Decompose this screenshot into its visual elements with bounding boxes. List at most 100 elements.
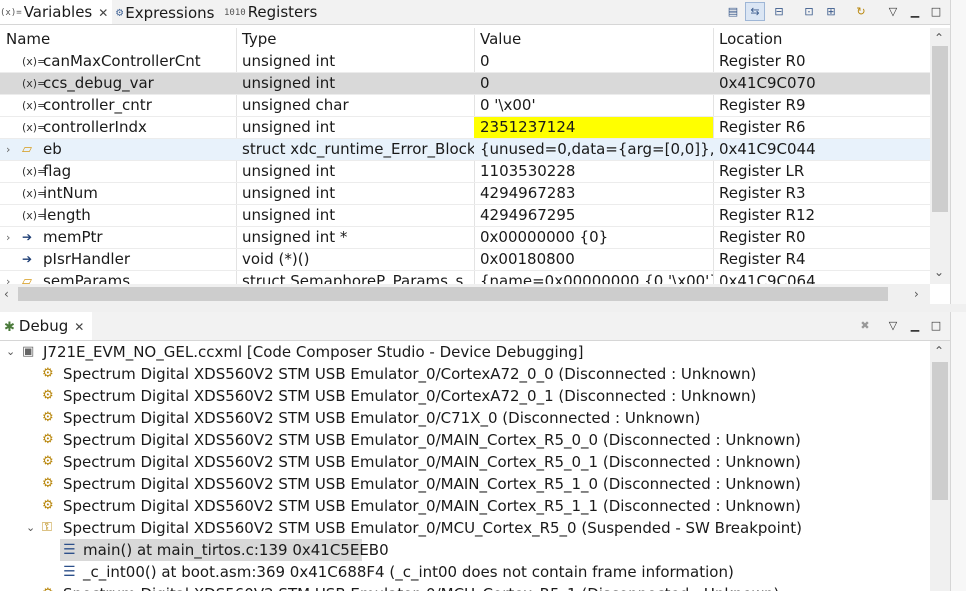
stack-frame[interactable]: ☰ _c_int00() at boot.asm:369 0x41C688F4 … <box>60 561 920 583</box>
target-label: Spectrum Digital XDS560V2 STM USB Emulat… <box>63 453 801 471</box>
target-label: Spectrum Digital XDS560V2 STM USB Emulat… <box>63 519 802 537</box>
target-label: Spectrum Digital XDS560V2 STM USB Emulat… <box>63 387 757 405</box>
view-menu-icon[interactable]: ▽ <box>884 317 902 334</box>
tab-debug[interactable]: ✱ Debug ✕ <box>0 312 92 340</box>
maximize-view-icon[interactable]: □ <box>927 317 945 334</box>
target-label: Spectrum Digital XDS560V2 STM USB Emulat… <box>63 365 757 383</box>
var-value[interactable]: 0x00180800 <box>474 249 713 270</box>
close-icon[interactable]: ✕ <box>74 320 84 334</box>
column-name[interactable]: Name <box>0 28 236 50</box>
suspended-target-icon: ⚿ <box>42 520 52 535</box>
target-node[interactable]: ⚙ Spectrum Digital XDS560V2 STM USB Emul… <box>0 363 930 385</box>
target-node[interactable]: ⚙ Spectrum Digital XDS560V2 STM USB Emul… <box>0 451 930 473</box>
table-row[interactable]: (x)= canMaxControllerCnt unsigned int 0 R… <box>0 51 930 73</box>
expand-chevron-icon[interactable]: › <box>6 139 10 160</box>
var-location: Register R4 <box>719 250 806 268</box>
var-value[interactable]: 0 '\x00' <box>474 95 713 116</box>
table-row[interactable]: (x)= flag unsigned int 1103530228 Registe… <box>0 161 930 183</box>
tab-variables[interactable]: (x)= Variables ✕ <box>0 0 112 24</box>
table-row[interactable]: (x)= length unsigned int 4294967295 Regis… <box>0 205 930 227</box>
view-menu-icon[interactable]: ▽ <box>884 3 902 20</box>
table-row[interactable]: › ▱ semParams struct SemaphoreP_Params_s {… <box>0 271 930 284</box>
debug-tree: ⌄ ▣ J721E_EVM_NO_GEL.ccxml [Code Compose… <box>0 341 930 591</box>
var-type: unsigned char <box>242 96 349 114</box>
variables-table-body: (x)= canMaxControllerCnt unsigned int 0 R… <box>0 51 930 284</box>
var-name: memPtr <box>43 228 103 246</box>
var-type: unsigned int <box>242 162 336 180</box>
table-row[interactable]: › ➔ memPtr unsigned int * 0x00000000 {0} R… <box>0 227 930 249</box>
var-type: unsigned int <box>242 52 336 70</box>
scroll-up-arrow-icon[interactable]: ⌃ <box>934 343 944 359</box>
scroll-right-arrow-icon[interactable]: › <box>914 286 919 302</box>
var-location: Register LR <box>719 162 805 180</box>
show-type-names-icon[interactable]: ▤ <box>724 3 742 20</box>
minimize-icon[interactable]: ⊟ <box>770 3 788 20</box>
target-label: Spectrum Digital XDS560V2 STM USB Emulat… <box>63 431 801 449</box>
var-name: pIsrHandler <box>43 250 130 268</box>
table-row[interactable]: ➔ pIsrHandler void (*)() 0x00180800 Regis… <box>0 249 930 271</box>
table-row[interactable]: (x)= controller_cntr unsigned char 0 '\x0… <box>0 95 930 117</box>
target-node-suspended[interactable]: ⌄ ⚿ Spectrum Digital XDS560V2 STM USB Em… <box>0 517 930 539</box>
var-location: 0x41C9C044 <box>719 140 816 158</box>
launch-node[interactable]: ⌄ ▣ J721E_EVM_NO_GEL.ccxml [Code Compose… <box>0 341 930 363</box>
var-value-changed[interactable]: 2351237124 <box>474 117 713 138</box>
target-node[interactable]: ⚙ Spectrum Digital XDS560V2 STM USB Emul… <box>0 385 930 407</box>
frame-label: main() at main_tirtos.c:139 0x41C5EEB0 <box>83 541 389 559</box>
launch-config-icon: ▣ <box>22 344 35 359</box>
var-value[interactable]: 0 <box>474 51 713 72</box>
var-location: Register R3 <box>719 184 806 202</box>
scroll-down-arrow-icon[interactable]: ⌄ <box>934 264 944 280</box>
expressions-icon: ⚙ <box>116 5 124 19</box>
var-name: flag <box>43 162 72 180</box>
var-type: unsigned int <box>242 74 336 92</box>
column-value[interactable]: Value <box>474 28 713 50</box>
var-value[interactable]: {name=0x00000000 {0 '\x00'}... <box>474 271 713 284</box>
tab-registers[interactable]: 1010 Registers <box>224 0 319 24</box>
view-splitter[interactable] <box>0 304 966 312</box>
close-icon[interactable]: ✕ <box>98 6 108 20</box>
table-row[interactable]: (x)= intNum unsigned int 4294967283 Regis… <box>0 183 930 205</box>
var-value[interactable]: 4294967295 <box>474 205 713 226</box>
target-node[interactable]: ⚙ Spectrum Digital XDS560V2 STM USB Emul… <box>0 473 930 495</box>
target-label: Spectrum Digital XDS560V2 STM USB Emulat… <box>63 409 701 427</box>
column-location[interactable]: Location <box>713 28 930 50</box>
expand-chevron-icon[interactable]: › <box>6 227 10 248</box>
vertical-scrollbar-thumb[interactable] <box>932 362 948 500</box>
scroll-left-arrow-icon[interactable]: ‹ <box>4 286 9 302</box>
new-expression-icon[interactable]: ⊡ <box>800 3 818 20</box>
maximize-view-icon[interactable]: □ <box>927 3 945 20</box>
var-value[interactable]: 0x00000000 {0} <box>474 227 713 248</box>
disconnected-target-icon: ⚙ <box>42 432 54 447</box>
target-label: Spectrum Digital XDS560V2 STM USB Emulat… <box>63 583 779 591</box>
tab-expressions-label: Expressions <box>125 4 215 22</box>
tab-expressions[interactable]: ⚙ Expressions <box>116 0 221 24</box>
collapse-chevron-icon[interactable]: ⌄ <box>26 517 35 539</box>
column-type[interactable]: Type <box>236 28 474 50</box>
table-row[interactable]: › ▱ eb struct xdc_runtime_Error_Block {unu… <box>0 139 930 161</box>
var-value[interactable]: 1103530228 <box>474 161 713 182</box>
collapse-chevron-icon[interactable]: ⌄ <box>6 341 15 363</box>
target-node[interactable]: ⚙ Spectrum Digital XDS560V2 STM USB Emul… <box>0 407 930 429</box>
target-node[interactable]: ⚙ Spectrum Digital XDS560V2 STM USB Emul… <box>0 583 930 591</box>
vertical-scrollbar-thumb[interactable] <box>932 46 948 212</box>
table-row[interactable]: (x)= controllerIndx unsigned int 23512371… <box>0 117 930 139</box>
var-value[interactable]: 4294967283 <box>474 183 713 204</box>
side-trim <box>950 312 966 591</box>
add-global-icon[interactable]: ⊞ <box>822 3 840 20</box>
target-node[interactable]: ⚙ Spectrum Digital XDS560V2 STM USB Emul… <box>0 495 930 517</box>
minimize-view-icon[interactable]: ▁ <box>906 317 924 334</box>
collapse-all-icon[interactable]: ⇆ <box>745 2 765 21</box>
table-row[interactable]: (x)= ccs_debug_var unsigned int 0 0x41C9C… <box>0 73 930 95</box>
var-value[interactable]: 0 <box>474 73 713 94</box>
pointer-icon: ➔ <box>22 252 33 266</box>
stack-frame-selected[interactable]: ☰ main() at main_tirtos.c:139 0x41C5EEB0 <box>60 539 389 561</box>
var-value[interactable]: {unused=0,data={arg=[0,0]},id... <box>474 139 713 160</box>
minimize-view-icon[interactable]: ▁ <box>906 3 924 20</box>
expand-chevron-icon[interactable]: › <box>6 271 10 284</box>
refresh-icon[interactable]: ↻ <box>852 3 870 20</box>
scroll-up-arrow-icon[interactable]: ⌃ <box>934 30 944 46</box>
horizontal-scrollbar-thumb[interactable] <box>18 287 888 301</box>
remove-terminated-icon[interactable]: ✖ <box>856 317 874 334</box>
frame-label: _c_int00() at boot.asm:369 0x41C688F4 (_… <box>83 563 734 581</box>
target-node[interactable]: ⚙ Spectrum Digital XDS560V2 STM USB Emul… <box>0 429 930 451</box>
